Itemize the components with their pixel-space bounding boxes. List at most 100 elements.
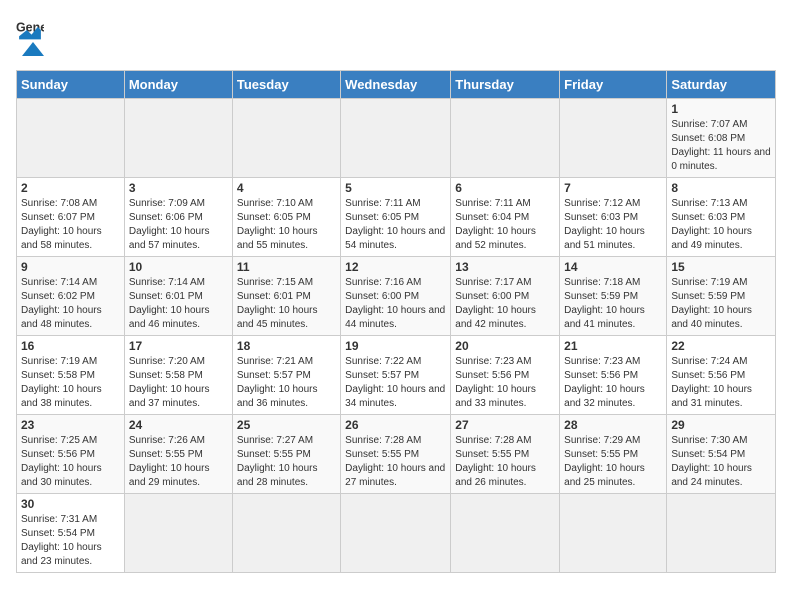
calendar-week-row: 2Sunrise: 7:08 AM Sunset: 6:07 PM Daylig… — [17, 178, 776, 257]
calendar-day-cell: 15Sunrise: 7:19 AM Sunset: 5:59 PM Dayli… — [667, 257, 776, 336]
day-info: Sunrise: 7:24 AM Sunset: 5:56 PM Dayligh… — [671, 355, 771, 411]
calendar-day-cell: 25 Sunrise: 7:27 AM Sunset: 5:55 PM Dayli… — [232, 415, 340, 494]
day-number: 22 — [671, 339, 771, 353]
calendar-day-cell: 5Sunrise: 7:11 AM Sunset: 6:05 PM Daylig… — [341, 178, 451, 257]
calendar-day-cell: 18 Sunrise: 7:21 AM Sunset: 5:57 PM Dayli… — [232, 336, 340, 415]
day-info: Sunrise: 7:27 AM Sunset: 5:55 PM Dayligh… — [237, 434, 336, 490]
day-number: 30 — [21, 497, 120, 511]
day-info: Sunrise: 7:13 AM Sunset: 6:03 PM Dayligh… — [671, 197, 771, 253]
calendar-day-cell: 8 Sunrise: 7:13 AM Sunset: 6:03 PM Daylig… — [667, 178, 776, 257]
day-info: Sunrise: 7:22 AM Sunset: 5:57 PM Dayligh… — [345, 355, 446, 411]
calendar-day-cell: 11 Sunrise: 7:15 AM Sunset: 6:01 PM Dayli… — [232, 257, 340, 336]
day-info: Sunrise: 7:12 AM Sunset: 6:03 PM Dayligh… — [564, 197, 662, 253]
day-info: Sunrise: 7:17 AM Sunset: 6:00 PM Dayligh… — [455, 276, 555, 332]
day-info: Sunrise: 7:25 AM Sunset: 5:56 PM Dayligh… — [21, 434, 120, 490]
day-number: 18 — [237, 339, 336, 353]
day-number: 3 — [129, 181, 228, 195]
day-number: 26 — [345, 418, 446, 432]
day-number: 2 — [21, 181, 120, 195]
calendar-day-cell: 7 Sunrise: 7:12 AM Sunset: 6:03 PM Daylig… — [560, 178, 667, 257]
calendar-day-cell: 20Sunrise: 7:23 AM Sunset: 5:56 PM Dayli… — [451, 336, 560, 415]
calendar-day-cell — [341, 494, 451, 573]
day-number: 15 — [671, 260, 771, 274]
day-info: Sunrise: 7:14 AM Sunset: 6:01 PM Dayligh… — [129, 276, 228, 332]
day-of-week-header: Sunday — [17, 71, 125, 99]
calendar-day-cell — [341, 99, 451, 178]
day-number: 24 — [129, 418, 228, 432]
day-of-week-header: Friday — [560, 71, 667, 99]
calendar-day-cell: 27Sunrise: 7:28 AM Sunset: 5:55 PM Dayli… — [451, 415, 560, 494]
day-number: 4 — [237, 181, 336, 195]
day-number: 16 — [21, 339, 120, 353]
calendar-day-cell — [560, 99, 667, 178]
calendar-day-cell — [667, 494, 776, 573]
calendar-day-cell: 1 Sunrise: 7:07 AM Sunset: 6:08 PM Daylig… — [667, 99, 776, 178]
calendar-table: SundayMondayTuesdayWednesdayThursdayFrid… — [16, 70, 776, 573]
day-info: Sunrise: 7:30 AM Sunset: 5:54 PM Dayligh… — [671, 434, 771, 490]
day-info: Sunrise: 7:10 AM Sunset: 6:05 PM Dayligh… — [237, 197, 336, 253]
logo-triangle-icon — [18, 38, 48, 60]
calendar-week-row: 1 Sunrise: 7:07 AM Sunset: 6:08 PM Daylig… — [17, 99, 776, 178]
calendar-day-cell: 30 Sunrise: 7:31 AM Sunset: 5:54 PM Dayli… — [17, 494, 125, 573]
day-info: Sunrise: 7:15 AM Sunset: 6:01 PM Dayligh… — [237, 276, 336, 332]
day-number: 23 — [21, 418, 120, 432]
calendar-day-cell: 10 Sunrise: 7:14 AM Sunset: 6:01 PM Dayli… — [124, 257, 232, 336]
calendar-day-cell — [17, 99, 125, 178]
day-number: 13 — [455, 260, 555, 274]
calendar-week-row: 30 Sunrise: 7:31 AM Sunset: 5:54 PM Dayli… — [17, 494, 776, 573]
day-number: 10 — [129, 260, 228, 274]
day-info: Sunrise: 7:16 AM Sunset: 6:00 PM Dayligh… — [345, 276, 446, 332]
calendar-day-cell: 26 Sunrise: 7:28 AM Sunset: 5:55 PM Dayli… — [341, 415, 451, 494]
day-info: Sunrise: 7:23 AM Sunset: 5:56 PM Dayligh… — [455, 355, 555, 411]
day-number: 6 — [455, 181, 555, 195]
day-info: Sunrise: 7:21 AM Sunset: 5:57 PM Dayligh… — [237, 355, 336, 411]
day-of-week-header: Monday — [124, 71, 232, 99]
day-number: 12 — [345, 260, 446, 274]
calendar-day-cell: 3 Sunrise: 7:09 AM Sunset: 6:06 PM Daylig… — [124, 178, 232, 257]
calendar-day-cell — [232, 494, 340, 573]
day-number: 17 — [129, 339, 228, 353]
day-info: Sunrise: 7:11 AM Sunset: 6:04 PM Dayligh… — [455, 197, 555, 253]
day-number: 25 — [237, 418, 336, 432]
day-info: Sunrise: 7:07 AM Sunset: 6:08 PM Dayligh… — [671, 118, 771, 174]
day-number: 21 — [564, 339, 662, 353]
calendar-day-cell: 12 Sunrise: 7:16 AM Sunset: 6:00 PM Dayli… — [341, 257, 451, 336]
calendar-day-cell — [232, 99, 340, 178]
calendar-day-cell — [124, 99, 232, 178]
calendar-day-cell: 28 Sunrise: 7:29 AM Sunset: 5:55 PM Dayli… — [560, 415, 667, 494]
day-of-week-header: Saturday — [667, 71, 776, 99]
day-number: 28 — [564, 418, 662, 432]
day-info: Sunrise: 7:23 AM Sunset: 5:56 PM Dayligh… — [564, 355, 662, 411]
calendar-day-cell: 29 Sunrise: 7:30 AM Sunset: 5:54 PM Dayli… — [667, 415, 776, 494]
day-info: Sunrise: 7:29 AM Sunset: 5:55 PM Dayligh… — [564, 434, 662, 490]
calendar-day-cell: 14 Sunrise: 7:18 AM Sunset: 5:59 PM Dayli… — [560, 257, 667, 336]
day-info: Sunrise: 7:20 AM Sunset: 5:58 PM Dayligh… — [129, 355, 228, 411]
calendar-header-row: SundayMondayTuesdayWednesdayThursdayFrid… — [17, 71, 776, 99]
day-number: 7 — [564, 181, 662, 195]
day-info: Sunrise: 7:28 AM Sunset: 5:55 PM Dayligh… — [455, 434, 555, 490]
calendar-day-cell: 9Sunrise: 7:14 AM Sunset: 6:02 PM Daylig… — [17, 257, 125, 336]
day-info: Sunrise: 7:18 AM Sunset: 5:59 PM Dayligh… — [564, 276, 662, 332]
day-number: 8 — [671, 181, 771, 195]
day-info: Sunrise: 7:11 AM Sunset: 6:05 PM Dayligh… — [345, 197, 446, 253]
day-info: Sunrise: 7:31 AM Sunset: 5:54 PM Dayligh… — [21, 513, 120, 569]
calendar-week-row: 23 Sunrise: 7:25 AM Sunset: 5:56 PM Dayli… — [17, 415, 776, 494]
day-info: Sunrise: 7:09 AM Sunset: 6:06 PM Dayligh… — [129, 197, 228, 253]
day-number: 9 — [21, 260, 120, 274]
calendar-day-cell: 24Sunrise: 7:26 AM Sunset: 5:55 PM Dayli… — [124, 415, 232, 494]
day-number: 11 — [237, 260, 336, 274]
calendar-day-cell: 6 Sunrise: 7:11 AM Sunset: 6:04 PM Daylig… — [451, 178, 560, 257]
calendar-day-cell: 13 Sunrise: 7:17 AM Sunset: 6:00 PM Dayli… — [451, 257, 560, 336]
day-number: 1 — [671, 102, 771, 116]
day-number: 14 — [564, 260, 662, 274]
day-of-week-header: Tuesday — [232, 71, 340, 99]
day-info: Sunrise: 7:28 AM Sunset: 5:55 PM Dayligh… — [345, 434, 446, 490]
calendar-day-cell: 4 Sunrise: 7:10 AM Sunset: 6:05 PM Daylig… — [232, 178, 340, 257]
day-info: Sunrise: 7:19 AM Sunset: 5:58 PM Dayligh… — [21, 355, 120, 411]
calendar-day-cell: 2Sunrise: 7:08 AM Sunset: 6:07 PM Daylig… — [17, 178, 125, 257]
calendar-day-cell: 23 Sunrise: 7:25 AM Sunset: 5:56 PM Dayli… — [17, 415, 125, 494]
calendar-day-cell — [124, 494, 232, 573]
calendar-day-cell — [451, 99, 560, 178]
day-number: 29 — [671, 418, 771, 432]
calendar-day-cell: 17 Sunrise: 7:20 AM Sunset: 5:58 PM Dayli… — [124, 336, 232, 415]
